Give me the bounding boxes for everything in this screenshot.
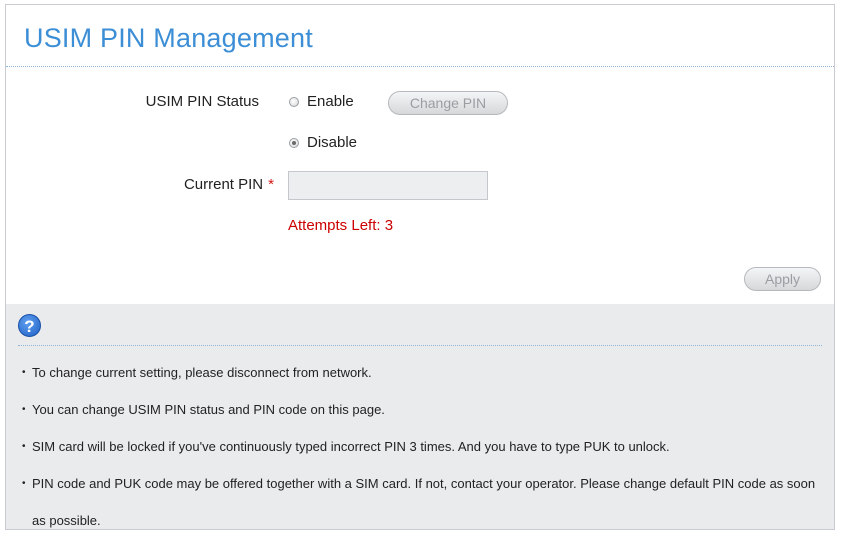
help-list: To change current setting, please discon… [22,354,820,539]
enable-option[interactable]: Enable [289,93,354,110]
help-item: To change current setting, please discon… [22,354,820,391]
title-divider [6,66,834,67]
required-marker: * [268,176,274,193]
current-pin-input[interactable] [288,171,488,200]
help-item: SIM card will be locked if you've contin… [22,428,820,465]
help-item: You can change USIM PIN status and PIN c… [22,391,820,428]
enable-radio[interactable] [289,96,299,107]
enable-label: Enable [307,93,354,110]
page-title: USIM PIN Management [24,23,313,53]
disable-label: Disable [307,134,358,151]
current-pin-label: Current PIN * [74,176,274,193]
question-mark-icon: ? [18,314,41,337]
help-item: PIN code and PUK code may be offered tog… [22,465,820,539]
disable-option[interactable]: Disable [289,134,357,151]
disable-radio[interactable] [289,137,299,148]
help-divider [18,345,822,346]
change-pin-button[interactable]: Change PIN [388,91,508,115]
usim-pin-panel: USIM PIN Management USIM PIN Status Enab… [5,4,835,530]
pin-status-label: USIM PIN Status [145,93,259,110]
apply-button[interactable]: Apply [744,267,821,291]
help-section: ? To change current setting, please disc… [6,304,834,529]
current-pin-label-text: Current PIN [183,176,264,193]
attempts-left-text: Attempts Left: 3 [288,217,394,234]
